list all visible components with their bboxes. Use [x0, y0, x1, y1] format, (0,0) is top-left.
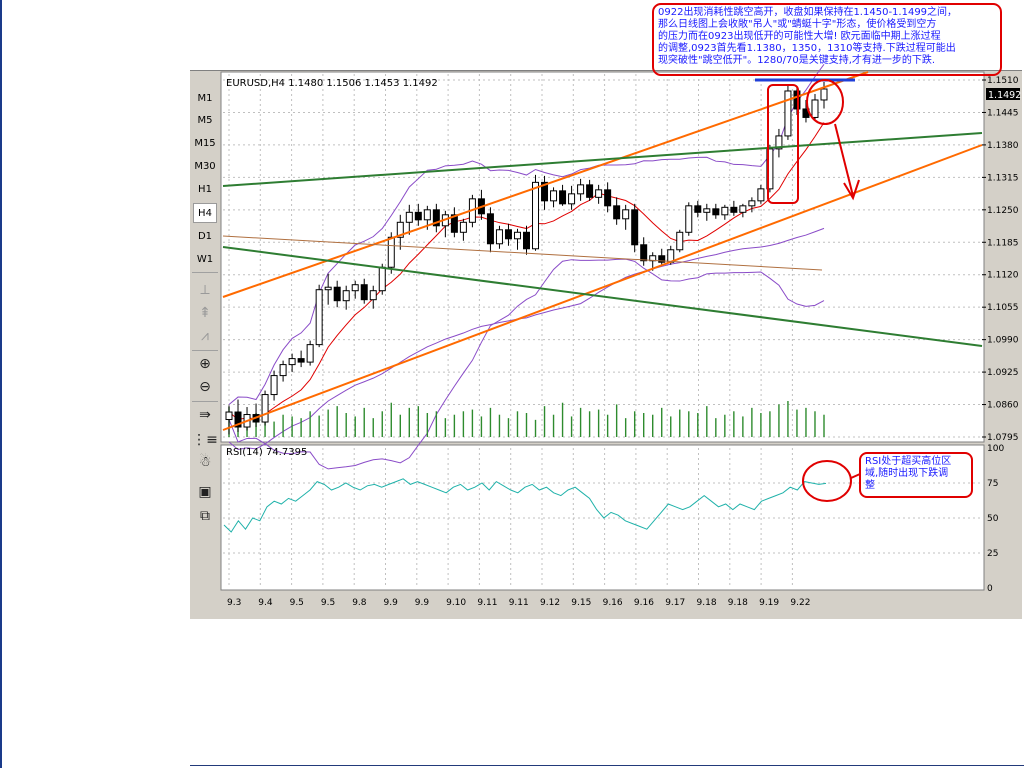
candle-body [550, 190, 558, 202]
time-tick-label: 9.9 [415, 598, 430, 608]
candle-body [604, 189, 612, 207]
candle-body [685, 205, 693, 233]
price-tick-label: 1.1120 [987, 271, 1019, 281]
candle-body [504, 229, 512, 240]
candle-body [757, 188, 765, 202]
candle-body [613, 205, 621, 220]
candle-body [306, 344, 314, 363]
candle-body [523, 231, 530, 250]
price-axis: 1.1510 1.1445 1.1380 1.1315 1.1250 1.1185 1.11… [982, 76, 1019, 443]
time-tick-label: 9.8 [352, 598, 367, 608]
candle-body [559, 190, 567, 205]
candle-body [748, 200, 756, 207]
time-tick-label: 9.10 [446, 598, 466, 608]
candle-body [369, 290, 377, 301]
candle-body [739, 205, 747, 213]
rsi-tick-label: 25 [987, 549, 998, 559]
candle-body [631, 209, 639, 246]
candle-body [297, 358, 305, 363]
candle-body [793, 90, 801, 110]
price-tick-label: 1.1315 [987, 173, 1019, 183]
rsi-tick-label: 0 [987, 584, 993, 594]
candle-body [261, 394, 269, 423]
candle-body [820, 88, 828, 101]
candle-body [577, 184, 585, 195]
time-tick-label: 9.9 [384, 598, 399, 608]
candle-body [423, 209, 431, 221]
price-tick-label: 1.1055 [987, 303, 1019, 313]
candle-body [279, 364, 287, 377]
candle-body [568, 193, 576, 205]
candle-body [495, 229, 503, 245]
time-tick-label: 9.19 [759, 598, 779, 608]
price-tick-label: 1.1510 [987, 76, 1019, 86]
candle-body [712, 208, 720, 216]
time-tick-label: 9.18 [728, 598, 748, 608]
time-tick-label: 9.15 [571, 598, 591, 608]
candle-body [532, 181, 540, 250]
rsi-tick-label: 75 [987, 479, 998, 489]
candle-body [315, 289, 323, 346]
rsi-callout-text: RSI处于超买高位区 域,随时出现下跌调 整 [865, 456, 952, 491]
price-tick-label: 1.1380 [987, 141, 1019, 151]
candle-body [288, 358, 296, 366]
time-tick-label: 9.5 [290, 598, 304, 608]
candle-body [387, 236, 395, 268]
candle-body [405, 211, 413, 223]
chart-svg: 1.1510 1.1445 1.1380 1.1315 1.1250 1.1185 1.11… [220, 3, 1021, 608]
candle-body [721, 206, 729, 216]
time-tick-label: 9.11 [477, 598, 497, 608]
price-tick-label: 1.0925 [987, 368, 1019, 378]
time-tick-label: 9.12 [540, 598, 560, 608]
time-tick-label: 9.16 [634, 598, 654, 608]
current-price-label: 1.1492 [988, 90, 1021, 101]
candle-body [694, 205, 702, 213]
candle-body [360, 284, 368, 301]
time-tick-label: 9.18 [697, 598, 717, 608]
candle-body [811, 99, 819, 118]
candle-body [486, 213, 494, 245]
time-tick-label: 9.5 [321, 598, 335, 608]
candle-body [351, 284, 359, 292]
candle-body [640, 244, 648, 262]
candle-body [414, 211, 422, 221]
rsi-label: RSI(14) 74.7395 [226, 447, 307, 458]
candle-body [595, 189, 603, 198]
time-tick-label: 9.17 [665, 598, 685, 608]
price-tick-label: 1.1185 [987, 238, 1019, 248]
time-axis: 9.3 9.4 9.5 9.5 9.8 9.9 9.9 9.10 9.11 9.11 9.12 9.1… [227, 598, 810, 608]
candle-body [703, 208, 711, 213]
price-tick-label: 1.0990 [987, 336, 1019, 346]
candle-body [676, 231, 684, 251]
candle-body [586, 184, 594, 198]
candle-body [342, 290, 350, 302]
time-tick-label: 9.11 [509, 598, 529, 608]
price-tick-label: 1.1445 [987, 108, 1019, 118]
candle-body [784, 90, 792, 137]
candle-body [270, 375, 278, 396]
rsi-tick-label: 50 [987, 514, 999, 524]
candle-body [324, 286, 332, 291]
candle-body [378, 266, 386, 292]
time-tick-label: 9.22 [790, 598, 810, 608]
candle-body [225, 411, 233, 421]
symbol-header: EURUSD,H4 1.1480 1.1506 1.1453 1.1492 [226, 78, 438, 89]
rsi-tick-label: 100 [987, 444, 1004, 454]
price-tick-label: 1.1250 [987, 206, 1019, 216]
price-tick-label: 1.0795 [987, 433, 1019, 443]
time-tick-label: 9.16 [603, 598, 623, 608]
candle-body [622, 209, 630, 220]
time-tick-label: 9.3 [227, 598, 241, 608]
price-tick-label: 1.0860 [987, 401, 1019, 411]
time-tick-label: 9.4 [258, 598, 273, 608]
candle-body [730, 206, 738, 213]
candle-body [333, 286, 341, 302]
candle-body [513, 231, 521, 240]
candle-body [459, 221, 467, 233]
analysis-callout-text: 0922出现消耗性跳空高开，收盘如果保持在1.1450-1.1499之间， 那么… [658, 7, 958, 66]
